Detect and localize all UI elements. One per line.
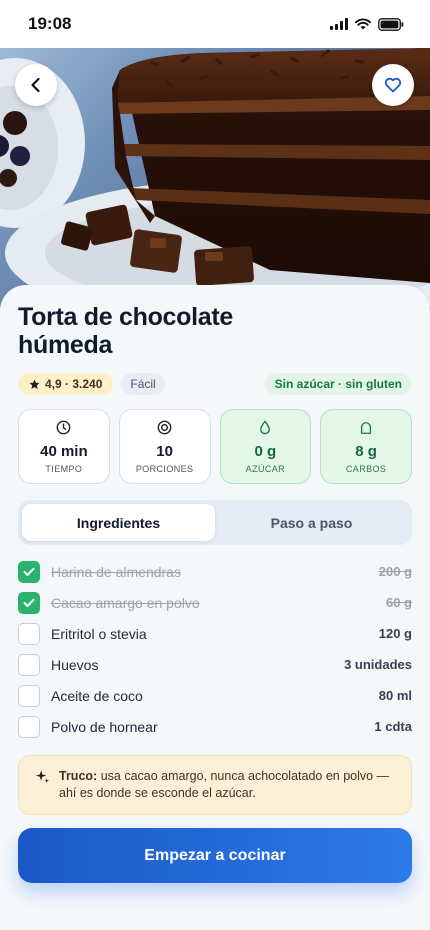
favorite-button[interactable] xyxy=(372,64,414,106)
rating-badge: 4,9 · 3.240 xyxy=(18,373,114,395)
star-icon xyxy=(29,378,40,389)
ingredient-checkbox[interactable] xyxy=(18,684,40,707)
ingredient-checkbox[interactable] xyxy=(18,715,40,738)
ingredient-name: Harina de almendras xyxy=(51,563,181,580)
stat-label: AZÚCAR xyxy=(245,463,286,474)
carbs-icon xyxy=(359,420,373,436)
difficulty-badge: Fácil xyxy=(121,373,165,395)
ingredient-row[interactable]: Cacao amargo en polvo 60 g xyxy=(18,587,412,618)
check-icon xyxy=(23,598,35,607)
ingredient-name: Aceite de coco xyxy=(51,687,143,704)
start-cooking-button[interactable]: Empezar a cocinar xyxy=(18,828,412,883)
ingredient-quantity: 1 cdta xyxy=(374,719,412,734)
tip-text: Truco: usa cacao amargo, nunca achocolat… xyxy=(59,768,397,814)
tip-label: Truco: xyxy=(59,769,98,783)
ingredient-name: Huevos xyxy=(51,656,99,673)
signal-icon xyxy=(330,18,348,30)
clock-icon xyxy=(56,420,71,436)
ingredient-row[interactable]: Huevos 3 unidades xyxy=(18,649,412,680)
heart-icon xyxy=(384,77,402,93)
ingredient-checkbox[interactable] xyxy=(18,622,40,645)
ingredient-row[interactable]: Aceite de coco 80 ml xyxy=(18,680,412,711)
stats-row: 40 min TIEMPO 10 PORCIONES 0 g AZÚCAR 8 … xyxy=(18,409,412,484)
ingredient-row[interactable]: Polvo de hornear 1 cdta xyxy=(18,711,412,742)
sparkle-icon xyxy=(35,769,51,814)
meta-row: 4,9 · 3.240 Fácil Sin azúcar · sin glute… xyxy=(18,373,412,395)
ingredient-quantity: 120 g xyxy=(378,626,412,641)
tip-body: usa cacao amargo, nunca achocolatado en … xyxy=(59,769,390,800)
ingredient-checkbox[interactable] xyxy=(18,560,40,583)
ingredient-checkbox[interactable] xyxy=(18,653,40,676)
back-button[interactable] xyxy=(15,64,57,106)
stat-sugar: 0 g AZÚCAR xyxy=(219,409,312,484)
ingredient-quantity: 3 unidades xyxy=(344,657,412,672)
stat-label: CARBOS xyxy=(345,463,387,474)
ingredient-row[interactable]: Eritritol o stevia 120 g xyxy=(18,618,412,649)
check-icon xyxy=(23,567,35,576)
recipe-hero-image xyxy=(0,48,430,310)
stat-label: TIEMPO xyxy=(45,463,83,474)
stat-label: PORCIONES xyxy=(135,463,194,474)
ingredient-quantity: 80 ml xyxy=(378,688,412,703)
ingredient-name: Eritritol o stevia xyxy=(51,625,147,642)
battery-icon xyxy=(378,17,404,31)
stat-value: 10 xyxy=(156,442,173,460)
chevron-left-icon xyxy=(31,77,40,93)
ingredient-checkbox[interactable] xyxy=(18,591,40,614)
ingredient-quantity: 60 g xyxy=(385,595,412,610)
ingredient-name: Polvo de hornear xyxy=(51,718,158,735)
servings-icon xyxy=(157,420,172,436)
stat-value: 40 min xyxy=(40,442,88,460)
cake-photo xyxy=(0,48,430,310)
status-bar: 19:08 xyxy=(0,0,430,48)
tab-ingredients[interactable]: Ingredientes xyxy=(22,504,215,541)
diet-tags-badge: Sin azúcar · sin gluten xyxy=(264,373,412,395)
recipe-title: Torta de chocolate húmeda xyxy=(18,303,234,359)
ingredient-row[interactable]: Harina de almendras 200 g xyxy=(18,556,412,587)
recipe-sheet: Torta de chocolate húmeda 4,9 · 3.240 Fá… xyxy=(0,285,430,930)
tip-card: Truco: usa cacao amargo, nunca achocolat… xyxy=(18,755,412,815)
stat-carbs: 8 g CARBOS xyxy=(320,409,412,484)
wifi-icon xyxy=(355,18,371,30)
stat-time: 40 min TIEMPO xyxy=(18,409,110,484)
status-icons xyxy=(330,17,404,31)
ingredient-list: Harina de almendras 200 g Cacao amargo e… xyxy=(18,556,412,742)
stat-value: 8 g xyxy=(355,442,377,460)
stat-servings: 10 PORCIONES xyxy=(118,409,211,484)
stat-value: 0 g xyxy=(254,442,277,460)
status-time: 19:08 xyxy=(28,14,72,33)
ingredient-name: Cacao amargo en polvo xyxy=(51,594,200,611)
ingredient-quantity: 200 g xyxy=(378,564,412,579)
tab-steps[interactable]: Paso a paso xyxy=(215,504,408,541)
rating-text: 4,9 · 3.240 xyxy=(45,377,103,391)
drop-icon xyxy=(259,420,271,436)
tab-bar: Ingredientes Paso a paso xyxy=(18,500,412,545)
